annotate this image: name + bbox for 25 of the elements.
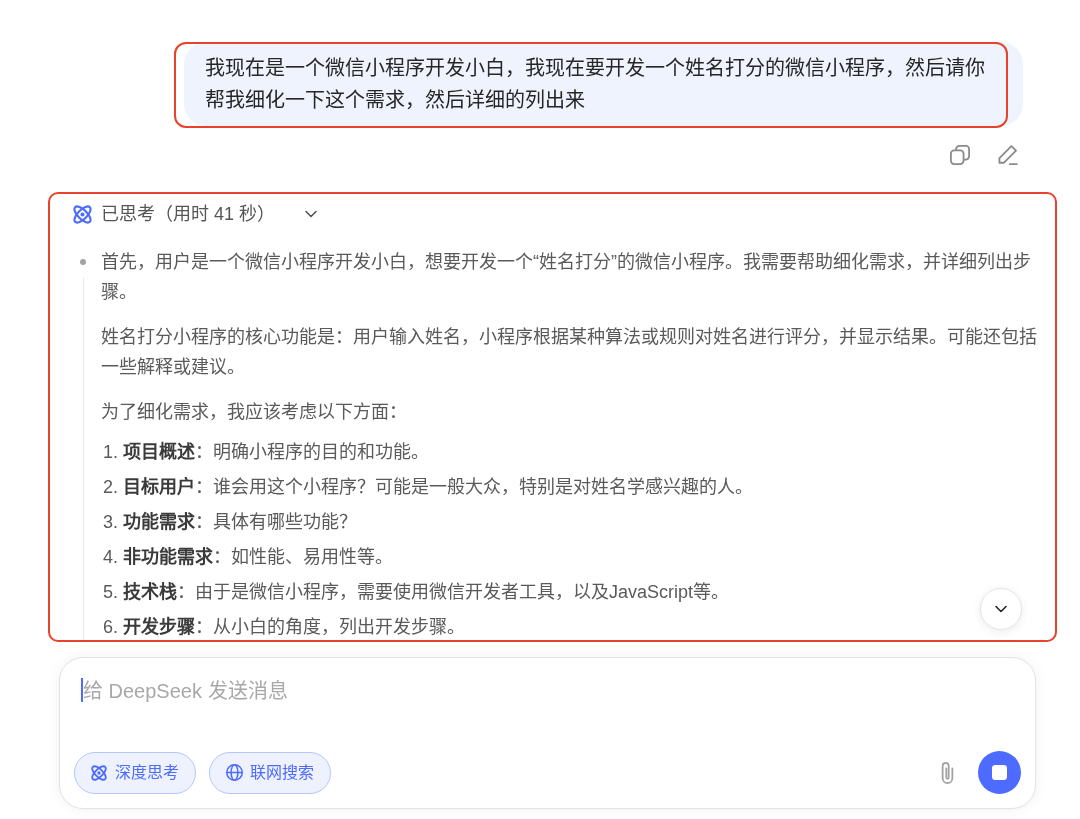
stop-button[interactable] bbox=[978, 751, 1021, 794]
stop-icon bbox=[992, 765, 1007, 780]
atom-icon bbox=[73, 204, 92, 224]
globe-icon bbox=[226, 764, 243, 781]
chevron-down-icon bbox=[305, 210, 318, 218]
paperclip-icon[interactable] bbox=[941, 761, 954, 784]
toggle-button[interactable]: 深度思考 bbox=[74, 751, 196, 794]
thinking-paragraph: 为了细化需求，我应该考虑以下方面： bbox=[101, 401, 408, 424]
list-item: 2. 目标用户：谁会用这个小程序？可能是一般大众，特别是对姓名学感兴趣的人。 bbox=[102, 476, 754, 499]
list-item: 1. 项目概述：明确小程序的目的和功能。 bbox=[102, 440, 430, 464]
copy-icon[interactable] bbox=[950, 145, 970, 165]
list-item: 3. 功能需求：具体有哪些功能？ bbox=[102, 511, 358, 534]
toggle-button[interactable]: 联网搜索 bbox=[209, 751, 331, 794]
user-message-text: 我现在是一个微信小程序开发小白，我现在要开发一个姓名打分的微信小程序，然后请你帮我细化一下这个需求，然后详细的列出来 bbox=[205, 56, 986, 113]
thinking-paragraph: 姓名打分小程序的核心功能是：用户输入姓名，小程序根据某种算法或规则对姓名进行评分，并显示结果。可能还包括一些解释或建议。 bbox=[101, 326, 1038, 379]
list-item: 6. 开发步骤：从小白的角度，列出开发步骤。 bbox=[102, 615, 466, 639]
edit-icon[interactable] bbox=[998, 145, 1018, 165]
list-item: 5. 技术栈：由于是微信小程序，需要使用微信开发者工具，以及JavaScript等。 bbox=[102, 580, 731, 604]
bullet-icon bbox=[80, 259, 86, 265]
atom-icon bbox=[91, 764, 107, 781]
chevron-down-icon bbox=[995, 605, 1007, 613]
list-item: 4. 非功能需求：如性能、易用性等。 bbox=[102, 546, 394, 569]
thinking-paragraph: 首先，用户是一个微信小程序开发小白，想要开发一个“姓名打分”的微信小程序。我需要帮助细化需求，并详细列出步骤。 bbox=[101, 251, 1032, 304]
thinking-toggle[interactable]: 已思考（用时 41 秒） bbox=[73, 201, 318, 227]
message-input[interactable]: 给 DeepSeek 发送消息 bbox=[83, 677, 1013, 707]
